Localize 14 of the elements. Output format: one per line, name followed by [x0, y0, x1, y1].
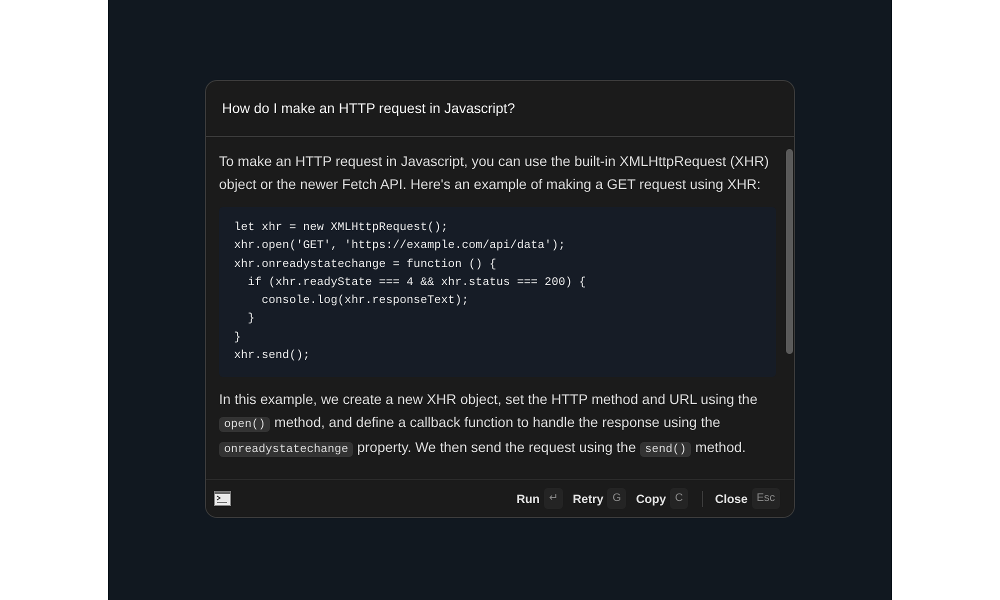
shortcut-key: Esc	[752, 488, 780, 509]
action-button[interactable]: Copy	[632, 490, 670, 508]
answer-paragraph: To make an HTTP request in Javascript, you can use the built-in XMLHttpRequest (XHR) object or the newer Fetch API. Here's an example of making a GET request using XHR:	[219, 152, 770, 194]
action-button[interactable]: Close	[710, 490, 752, 508]
shortcut-key: G	[607, 488, 626, 509]
code-block: let xhr = new XMLHttpRequest(); xhr.open('GET', 'https://example.com/api/data'); xhr.onreadystatechange = function () { if (xhr.readyState === 4 && xhr.status === 200) { console.log(xhr.responseText); } } xhr.send();	[219, 207, 776, 378]
action-button[interactable]: Run	[512, 490, 544, 508]
answer-paragraph: In this example, we create a new XHR object, set the HTTP method and URL using the open() method, and define a callback function to handle the response using the onreadystatechange property. We then send the request using the send() method.	[219, 390, 758, 460]
question-text: How do I make an HTTP request in Javascript?	[222, 99, 516, 118]
scrollbar-thumb[interactable]	[786, 149, 792, 354]
terminal-icon	[214, 491, 231, 506]
action-button[interactable]: Retry	[568, 490, 608, 508]
shortcut-key: C	[670, 488, 688, 509]
shortcut-key: ↵	[544, 488, 563, 509]
